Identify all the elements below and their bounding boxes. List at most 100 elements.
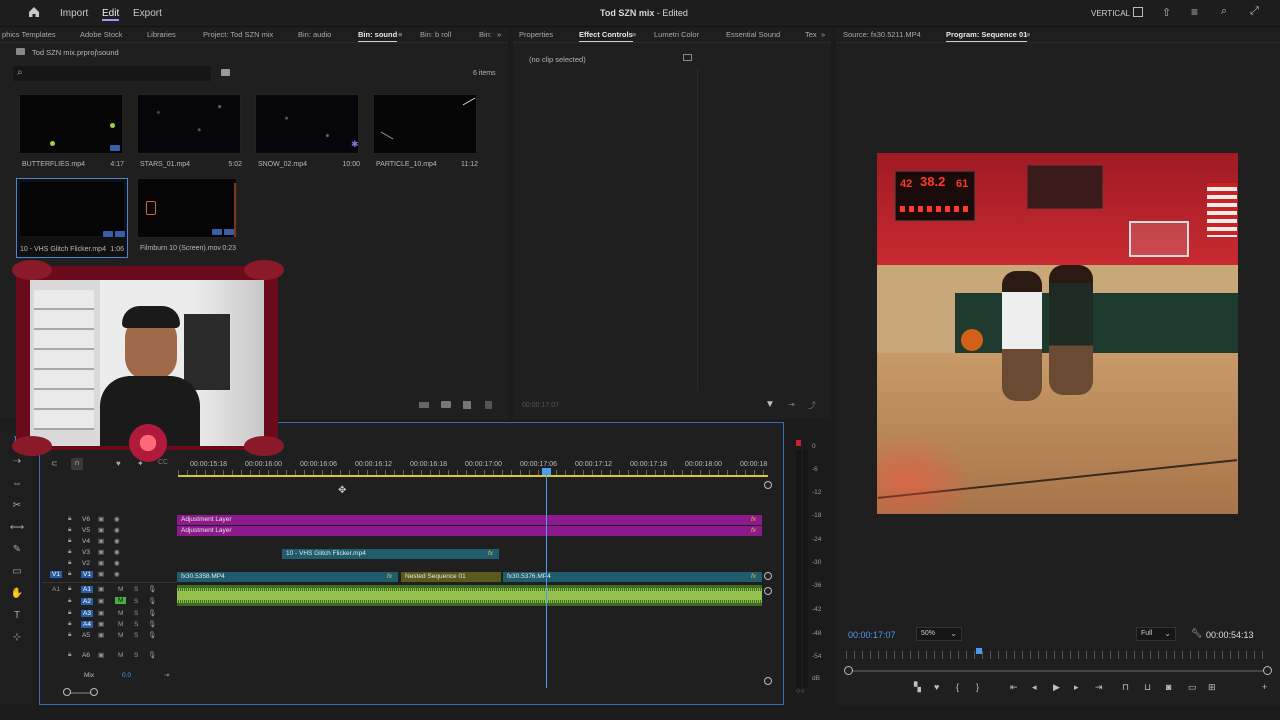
track-label-a1[interactable]: A1 [81, 586, 93, 593]
source-patch-a1[interactable]: A1 [52, 586, 60, 593]
track-lock-icon[interactable]: 🔒︎ [68, 609, 71, 617]
track-lock-icon[interactable]: 🔒︎ [68, 651, 71, 659]
quality-select[interactable]: Full ⌄ [1136, 627, 1176, 641]
vertical-scroll-handle[interactable] [764, 572, 772, 580]
solo-button[interactable]: S [134, 632, 138, 639]
comparison-view-icon[interactable]: ▭ [1188, 682, 1197, 693]
mute-button[interactable]: M [118, 652, 123, 659]
adjustment-layer-clip[interactable]: Adjustment Layer fx [177, 526, 762, 536]
track-label-a2[interactable]: A2 [81, 598, 93, 605]
track-label-a3[interactable]: A3 [81, 610, 93, 617]
voiceover-mic-icon[interactable]: 🎙︎ [148, 597, 156, 605]
solo-button[interactable]: S [134, 652, 138, 659]
tab-overflow-icon[interactable]: » [821, 30, 825, 39]
scroll-handle-right[interactable] [1263, 666, 1272, 675]
media-item-stars[interactable]: STARS_01.mp4 5:02 [137, 94, 242, 168]
track-select-tool-icon[interactable]: ⇢ [8, 454, 26, 470]
track-label-v5[interactable]: V5 [82, 527, 90, 534]
play-icon[interactable]: ▶ [1053, 682, 1060, 693]
home-icon[interactable] [27, 5, 41, 19]
tab-menu-icon[interactable]: ≡ [632, 30, 636, 39]
menu-icon[interactable]: ≡ [1191, 5, 1198, 19]
captions-icon[interactable]: CC [158, 459, 168, 466]
extract-icon[interactable]: ⊔ [1144, 682, 1151, 693]
out-point-icon[interactable]: } [976, 682, 979, 692]
rectangle-tool-icon[interactable]: ▭ [8, 564, 26, 580]
tab-effect-controls[interactable]: Effect Controls [579, 30, 633, 42]
audio-clip-a1[interactable] [177, 585, 762, 606]
track-label-v3[interactable]: V3 [82, 549, 90, 556]
playhead-handle[interactable] [542, 468, 551, 475]
mute-button[interactable]: M [115, 597, 127, 604]
mix-value[interactable]: 0.0 [122, 672, 131, 679]
type-tool-icon[interactable]: T [8, 608, 26, 624]
vertical-scroll-handle[interactable] [764, 481, 772, 489]
sync-lock-icon[interactable]: ▣ [98, 559, 104, 567]
track-lock-icon[interactable]: 🔒︎ [68, 515, 71, 523]
tab-bin-sound[interactable]: Bin: sound [358, 30, 398, 42]
fullscreen-icon[interactable]: ⤢ [1250, 5, 1259, 18]
mute-button[interactable]: M [118, 621, 123, 628]
track-lock-icon[interactable]: 🔒︎ [68, 548, 71, 556]
mute-button[interactable]: M [118, 586, 123, 593]
nested-sequence-clip[interactable]: Nested Sequence 01 [401, 572, 501, 582]
tab-menu-icon[interactable]: ≡ [398, 30, 402, 39]
track-label-a4[interactable]: A4 [81, 621, 93, 628]
sync-lock-icon[interactable]: ▣ [98, 537, 104, 545]
media-item-filmburn[interactable]: Filmburn 10 (Screen).mov 0:23 [137, 178, 237, 252]
export-icon[interactable]: ⤴ [808, 400, 816, 411]
eye-icon[interactable]: ◉ [114, 548, 120, 556]
track-lock-icon[interactable]: 🔒︎ [68, 585, 71, 593]
settings-wrench-icon[interactable]: 🔧︎ [1191, 628, 1202, 639]
video-clip-5376[interactable]: fx30.5376.MP4 fx [503, 572, 762, 582]
sync-lock-icon[interactable]: ▣ [98, 620, 104, 628]
in-point-icon[interactable]: { [956, 682, 959, 692]
track-lock-icon[interactable]: 🔒︎ [68, 559, 71, 567]
vhs-glitch-clip[interactable]: 10 - VHS Glitch Flicker.mp4 fx [282, 549, 499, 559]
step-back-icon[interactable]: ◂ [1032, 682, 1037, 693]
hand-tool-icon[interactable]: ✋ [8, 586, 26, 602]
voiceover-mic-icon[interactable]: 🎙︎ [148, 620, 156, 628]
lift-icon[interactable]: ⊓ [1122, 682, 1129, 693]
share-icon[interactable]: ⇧ [1162, 6, 1171, 19]
track-label-v2[interactable]: V2 [82, 560, 90, 567]
mute-button[interactable]: M [118, 610, 123, 617]
workspace-label[interactable]: VERTICAL [1091, 9, 1130, 18]
tab-text[interactable]: Tex [805, 30, 817, 39]
sync-lock-icon[interactable]: ▣ [98, 526, 104, 534]
solo-button[interactable]: S [134, 598, 138, 605]
scroll-handle-right[interactable] [90, 688, 98, 696]
solo-button[interactable]: S [134, 610, 138, 617]
filter-icon[interactable]: ▼ [765, 399, 775, 410]
linked-selection-icon[interactable]: ∩ [71, 458, 83, 470]
sync-lock-icon[interactable]: ▣ [98, 515, 104, 523]
media-item-snow[interactable]: ✱ SNOW_02.mp4 10:00 [255, 94, 360, 168]
track-label-a6[interactable]: A6 [82, 652, 90, 659]
new-item-icon[interactable] [463, 401, 471, 409]
settings-wrench-icon[interactable]: ✦ [137, 459, 144, 468]
track-lock-icon[interactable]: 🔒︎ [68, 620, 71, 628]
monitor-scrollbar[interactable] [846, 670, 1270, 672]
mute-button[interactable]: M [118, 632, 123, 639]
tab-essential-sound[interactable]: Essential Sound [726, 30, 780, 39]
tab-adobe-stock[interactable]: Adobe Stock [80, 30, 123, 39]
voiceover-mic-icon[interactable]: 🎙︎ [148, 609, 156, 617]
solo-button[interactable]: S [134, 586, 138, 593]
step-forward-icon[interactable]: ▸ [1074, 682, 1079, 693]
sync-lock-icon[interactable]: ▣ [98, 609, 104, 617]
add-marker-icon[interactable]: ♥ [116, 459, 121, 468]
search-input[interactable] [29, 67, 207, 80]
search-help-icon[interactable]: ⌕ [1221, 5, 1227, 18]
tab-libraries[interactable]: Libraries [147, 30, 176, 39]
add-button-icon[interactable]: + [1262, 682, 1267, 692]
media-item-particle[interactable]: PARTICLE_10.mp4 11:12 [373, 94, 478, 168]
track-label-v6[interactable]: V6 [82, 516, 90, 523]
track-label-v4[interactable]: V4 [82, 538, 90, 545]
tab-program[interactable]: Program: Sequence 01 [946, 30, 1028, 42]
eye-icon[interactable]: ◉ [114, 537, 120, 545]
sync-lock-icon[interactable]: ▣ [98, 597, 104, 605]
tab-bin-more[interactable]: Bin: [479, 30, 492, 39]
eye-icon[interactable]: ◉ [114, 559, 120, 567]
tab-project[interactable]: Project: Tod SZN mix [203, 30, 273, 39]
tab-graphics-templates[interactable]: phics Templates [2, 30, 56, 39]
